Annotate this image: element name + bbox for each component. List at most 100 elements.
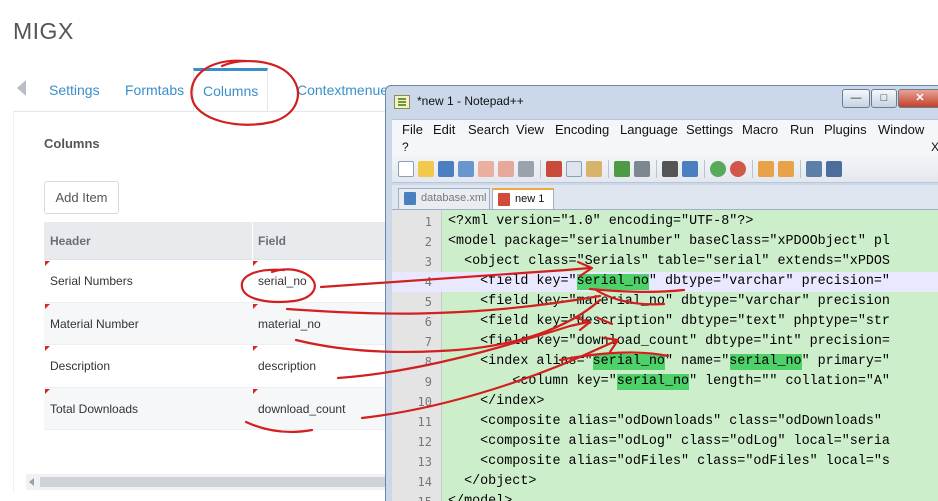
table-row[interactable]: Material Number material_no: [44, 302, 394, 345]
tab-settings[interactable]: Settings: [40, 68, 109, 113]
file-tab-database-xml[interactable]: database.xml: [398, 188, 490, 209]
code-line[interactable]: 2 <model package="serialnumber" baseClass…: [392, 232, 938, 252]
menu-file[interactable]: File: [402, 122, 423, 137]
file-tab-new-1[interactable]: new 1: [492, 188, 554, 209]
code-line[interactable]: 15 </model>: [392, 492, 938, 501]
sync-h-icon[interactable]: [778, 161, 794, 177]
code-text: <field key="description" dbtype="text" p…: [448, 314, 890, 329]
replace-icon[interactable]: [682, 161, 698, 177]
code-line[interactable]: 9 <column key="serial_no" length="" coll…: [392, 372, 938, 392]
add-item-button[interactable]: Add Item: [44, 181, 119, 214]
code-line[interactable]: 1 <?xml version="1.0" encoding="UTF-8"?>: [392, 212, 938, 232]
code-text: <object class="Serials" table="serial" e…: [448, 254, 890, 269]
menu-plugins[interactable]: Plugins: [824, 122, 867, 137]
copy-icon[interactable]: [566, 161, 582, 177]
menu-run[interactable]: Run: [790, 122, 814, 137]
code-line[interactable]: 10 </index>: [392, 392, 938, 412]
row-field-cell: description: [258, 359, 317, 373]
undo-icon[interactable]: [614, 161, 630, 177]
find-icon[interactable]: [662, 161, 678, 177]
close-document-button[interactable]: X: [931, 140, 938, 154]
code-line[interactable]: 13 <composite alias="odFiles" class="odF…: [392, 452, 938, 472]
unsaved-file-icon: [498, 193, 510, 206]
code-editor[interactable]: 1 <?xml version="1.0" encoding="UTF-8"?> 2…: [392, 209, 938, 501]
code-text: </object>: [448, 474, 537, 489]
zoom-in-icon[interactable]: [710, 161, 726, 177]
row-header-cell: Material Number: [50, 316, 139, 331]
redo-icon[interactable]: [634, 161, 650, 177]
line-number: 15: [392, 492, 432, 501]
tab-contextmenue[interactable]: Contextmenue: [288, 68, 397, 113]
close-all-icon[interactable]: [498, 161, 514, 177]
page-title: MIGX: [13, 18, 74, 44]
file-tab-bar: database.xml new 1: [392, 185, 938, 209]
new-file-icon[interactable]: [398, 161, 414, 177]
code-line[interactable]: 5 <field key="material_no" dbtype="varch…: [392, 292, 938, 312]
zoom-out-icon[interactable]: [730, 161, 746, 177]
menu-macro[interactable]: Macro: [742, 122, 778, 137]
code-text: <field key="download_count" dbtype="int"…: [448, 334, 890, 349]
row-field-cell: download_count: [258, 401, 346, 416]
menu-search[interactable]: Search: [468, 122, 509, 137]
menu-language[interactable]: Language: [620, 122, 678, 137]
line-number: 1: [424, 215, 432, 229]
open-icon[interactable]: [418, 161, 434, 177]
save-icon[interactable]: [438, 161, 454, 177]
notepad-window: *new 1 - Notepad++ — □ ✕ File Edit Searc…: [385, 85, 938, 501]
code-line[interactable]: 14 </object>: [392, 472, 938, 492]
horizontal-scrollbar[interactable]: [26, 474, 391, 490]
line-number: 13: [417, 455, 432, 469]
sync-v-icon[interactable]: [758, 161, 774, 177]
show-symbols-icon[interactable]: [826, 161, 842, 177]
toolbar-separator: [704, 160, 705, 178]
close-window-button[interactable]: ✕: [898, 89, 938, 108]
tab-columns[interactable]: Columns: [193, 68, 269, 113]
row-header-cell: Description: [50, 359, 111, 373]
line-number: 6: [424, 315, 432, 329]
maximize-button[interactable]: □: [871, 89, 897, 108]
scrollbar-thumb[interactable]: [40, 477, 390, 487]
code-line[interactable]: 7 <field key="download_count" dbtype="in…: [392, 332, 938, 352]
row-header-cell: Total Downloads: [50, 401, 139, 416]
file-tab-label: new 1: [515, 193, 545, 205]
paste-icon[interactable]: [586, 161, 602, 177]
line-number: 4: [424, 275, 432, 289]
code-line[interactable]: 11 <composite alias="odDownloads" class=…: [392, 412, 938, 432]
table-row[interactable]: Description description: [44, 345, 394, 388]
menu-settings[interactable]: Settings: [686, 122, 733, 137]
minimize-button[interactable]: —: [842, 89, 870, 108]
code-text: <composite alias="odFiles" class="odFile…: [448, 454, 890, 469]
code-text: </model>: [448, 492, 512, 501]
saved-file-icon: [404, 192, 416, 205]
save-all-icon[interactable]: [458, 161, 474, 177]
print-icon[interactable]: [518, 161, 534, 177]
table-row[interactable]: Serial Numbers serial_no: [44, 260, 394, 303]
close-icon[interactable]: [478, 161, 494, 177]
grid-header: Header Field: [44, 222, 394, 260]
code-line[interactable]: 3 <object class="Serials" table="serial"…: [392, 252, 938, 272]
code-text: <?xml version="1.0" encoding="UTF-8"?>: [448, 214, 754, 229]
column-header-field[interactable]: Field: [258, 222, 286, 260]
menu-edit[interactable]: Edit: [433, 122, 455, 137]
code-text: <field key="serial_no" dbtype="varchar" …: [448, 274, 890, 289]
window-titlebar[interactable]: *new 1 - Notepad++ — □ ✕: [386, 86, 938, 116]
menu-help[interactable]: ?: [402, 140, 409, 154]
tab-scroll-left-icon[interactable]: [17, 80, 26, 96]
menu-encoding[interactable]: Encoding: [555, 122, 609, 137]
code-line[interactable]: 6 <field key="description" dbtype="text"…: [392, 312, 938, 332]
table-row[interactable]: Total Downloads download_count: [44, 387, 394, 430]
menu-window[interactable]: Window: [878, 122, 924, 137]
cut-icon[interactable]: [546, 161, 562, 177]
menu-view[interactable]: View: [516, 122, 544, 137]
scroll-left-arrow-icon[interactable]: [29, 478, 34, 486]
toolbar: [392, 155, 938, 183]
wrap-icon[interactable]: [806, 161, 822, 177]
tab-formtabs[interactable]: Formtabs: [116, 68, 193, 113]
line-number: 9: [424, 375, 432, 389]
code-line[interactable]: 12 <composite alias="odLog" class="odLog…: [392, 432, 938, 452]
code-line[interactable]: 8 <index alias="serial_no" name="serial_…: [392, 352, 938, 372]
column-header-header[interactable]: Header: [50, 222, 91, 260]
row-field-cell: material_no: [258, 316, 321, 331]
toolbar-separator: [800, 160, 801, 178]
code-line[interactable]: 4 <field key="serial_no" dbtype="varchar…: [392, 272, 938, 292]
